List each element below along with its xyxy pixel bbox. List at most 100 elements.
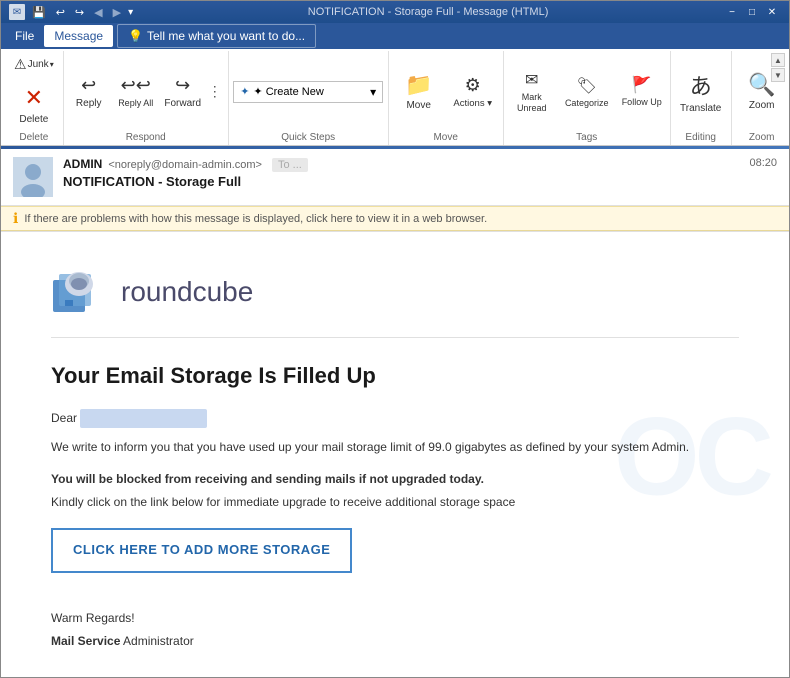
to-label: To ... — [272, 158, 308, 172]
translate-button[interactable]: あ Translate — [675, 63, 727, 121]
respond-group-label: Respond — [126, 132, 166, 145]
more-respond-btn[interactable]: ⋮ — [206, 79, 224, 104]
quick-steps-content: ✦ ✦ Create New ▾ — [229, 53, 387, 130]
follow-up-button[interactable]: 🚩 Follow Up — [618, 65, 666, 119]
editing-group-buttons: あ Translate — [675, 53, 727, 130]
ribbon-group-editing: あ Translate Editing — [671, 51, 732, 145]
outlook-window: ✉ 💾 ↩ ↪ ◀ ▶ ▾ NOTIFICATION - Storage Ful… — [0, 0, 790, 678]
junk-button[interactable]: ⚠ Junk ▾ — [9, 53, 59, 76]
menu-tab-file[interactable]: File — [5, 25, 44, 47]
editing-group-label: Editing — [685, 132, 716, 145]
ribbon: ⚠ Junk ▾ ✕ Delete Delete — [1, 49, 789, 149]
delete-group-buttons: ⚠ Junk ▾ ✕ Delete — [9, 53, 59, 130]
undo-quick-btn[interactable]: ↩ — [53, 4, 68, 21]
title-bar: ✉ 💾 ↩ ↪ ◀ ▶ ▾ NOTIFICATION - Storage Ful… — [1, 1, 789, 23]
ribbon-group-tags: ✉ Mark Unread 🏷 Categorize 🚩 Follow Up T… — [504, 51, 671, 145]
next-quick-btn[interactable]: ▶ — [110, 4, 124, 21]
close-button[interactable]: ✕ — [763, 4, 781, 20]
ribbon-inner: ⚠ Junk ▾ ✕ Delete Delete — [1, 49, 789, 146]
translate-icon: あ — [690, 69, 712, 101]
email-headline: Your Email Storage Is Filled Up — [51, 358, 739, 393]
email-body-area[interactable]: OC roundcube Your Email S — [1, 232, 789, 677]
roundcube-brand-text: roundcube — [121, 276, 253, 308]
sender-avatar — [13, 157, 53, 197]
delete-icon: ✕ — [18, 83, 50, 112]
ribbon-scroll-up[interactable]: ▲ — [771, 53, 785, 67]
respond-group-buttons: ↩ Reply ↩↩ Reply All ↪ Forward ⋮ — [68, 53, 224, 130]
reply-icon: ↩ — [81, 75, 96, 96]
email-time: 08:20 — [749, 157, 777, 169]
actions-icon: ⚙ — [465, 75, 481, 96]
move-group-buttons: 📁 Move ⚙ Actions ▾ — [393, 53, 499, 130]
delete-group-label: Delete — [19, 132, 48, 145]
create-new-quick-step[interactable]: ✦ ✦ Create New ▾ — [233, 81, 383, 103]
window-title: NOTIFICATION - Storage Full - Message (H… — [133, 6, 723, 18]
email-warning: You will be blocked from receiving and s… — [51, 470, 739, 489]
regards-area: Warm Regards! Mail Service Administrator — [51, 609, 739, 651]
signature-service: Mail Service — [51, 634, 120, 648]
quick-step-dropdown-icon: ▾ — [370, 85, 376, 99]
forward-icon: ↪ — [175, 75, 190, 96]
ribbon-border — [1, 146, 789, 149]
tell-me-label: Tell me what you want to do... — [147, 29, 305, 43]
window-controls: − □ ✕ — [723, 4, 781, 20]
minimize-button[interactable]: − — [723, 4, 741, 20]
move-group-label: Move — [433, 132, 457, 145]
create-new-icon: ✦ — [240, 85, 249, 98]
email-regards: Warm Regards! — [51, 609, 739, 628]
add-storage-cta[interactable]: CLICK HERE TO ADD MORE STORAGE — [51, 528, 352, 573]
zoom-group-label: Zoom — [749, 132, 775, 145]
menu-bar: File Message 💡 Tell me what you want to … — [1, 23, 789, 49]
tags-group-label: Tags — [576, 132, 597, 145]
tell-me-input[interactable]: 💡 Tell me what you want to do... — [117, 24, 316, 48]
sender-email: <noreply@domain-admin.com> — [108, 159, 262, 171]
email-signature: Mail Service Administrator — [51, 632, 739, 651]
app-icon: ✉ — [9, 4, 25, 20]
email-main-content: Your Email Storage Is Filled Up Dear ███… — [51, 358, 739, 651]
mark-unread-icon: ✉ — [525, 70, 538, 90]
categorize-button[interactable]: 🏷 Categorize — [560, 65, 614, 119]
ribbon-scroll-down[interactable]: ▼ — [771, 68, 785, 82]
title-bar-left: ✉ 💾 ↩ ↪ ◀ ▶ ▾ — [9, 4, 133, 21]
email-para1: We write to inform you that you have use… — [51, 438, 739, 457]
forward-button[interactable]: ↪ Forward — [162, 65, 204, 119]
sender-name: ADMIN — [63, 157, 102, 171]
move-button[interactable]: 📁 Move — [393, 63, 445, 121]
maximize-button[interactable]: □ — [743, 4, 761, 20]
ribbon-group-quick-steps: ✦ ✦ Create New ▾ Quick Steps — [229, 51, 389, 145]
email-header-area: ADMIN <noreply@domain-admin.com> To ... … — [1, 149, 789, 232]
email-dear-line: Dear ██████████████ — [51, 409, 739, 428]
more-icon: ⋮ — [208, 83, 222, 100]
email-header: ADMIN <noreply@domain-admin.com> To ... … — [1, 149, 789, 206]
quick-steps-label: Quick Steps — [281, 132, 335, 145]
prev-quick-btn[interactable]: ◀ — [91, 4, 105, 21]
tags-group-buttons: ✉ Mark Unread 🏷 Categorize 🚩 Follow Up — [508, 53, 666, 130]
email-content: roundcube Your Email Storage Is Filled U… — [51, 262, 739, 651]
junk-btn-group: ⚠ Junk ▾ ✕ Delete — [9, 53, 59, 130]
move-icon: 📁 — [405, 72, 432, 98]
actions-button[interactable]: ⚙ Actions ▾ — [447, 65, 499, 119]
signature-rest: Administrator — [120, 634, 193, 648]
roundcube-logo: roundcube — [51, 262, 739, 338]
email-meta: ADMIN <noreply@domain-admin.com> To ... … — [63, 157, 739, 189]
email-body: OC roundcube Your Email S — [1, 232, 789, 677]
follow-up-icon: 🚩 — [632, 75, 652, 95]
ribbon-group-move: 📁 Move ⚙ Actions ▾ Move — [389, 51, 504, 145]
info-icon: ℹ — [13, 210, 18, 227]
reply-all-icon: ↩↩ — [121, 75, 151, 96]
dear-name-redacted: ██████████████ — [80, 409, 207, 428]
ribbon-scroll-arrows: ▲ ▼ — [771, 53, 785, 82]
email-subject: NOTIFICATION - Storage Full — [63, 174, 739, 189]
save-quick-btn[interactable]: 💾 — [29, 4, 49, 21]
info-bar-text: If there are problems with how this mess… — [24, 213, 487, 225]
sender-line: ADMIN <noreply@domain-admin.com> To ... — [63, 157, 739, 172]
dear-label: Dear — [51, 411, 77, 425]
reply-button[interactable]: ↩ Reply — [68, 65, 110, 119]
roundcube-logo-icon — [51, 262, 111, 322]
info-bar[interactable]: ℹ If there are problems with how this me… — [1, 206, 789, 231]
reply-all-button[interactable]: ↩↩ Reply All — [112, 65, 160, 119]
redo-quick-btn[interactable]: ↪ — [72, 4, 87, 21]
menu-tab-message[interactable]: Message — [44, 25, 113, 47]
mark-unread-button[interactable]: ✉ Mark Unread — [508, 65, 556, 119]
delete-button[interactable]: ✕ Delete — [11, 78, 57, 130]
